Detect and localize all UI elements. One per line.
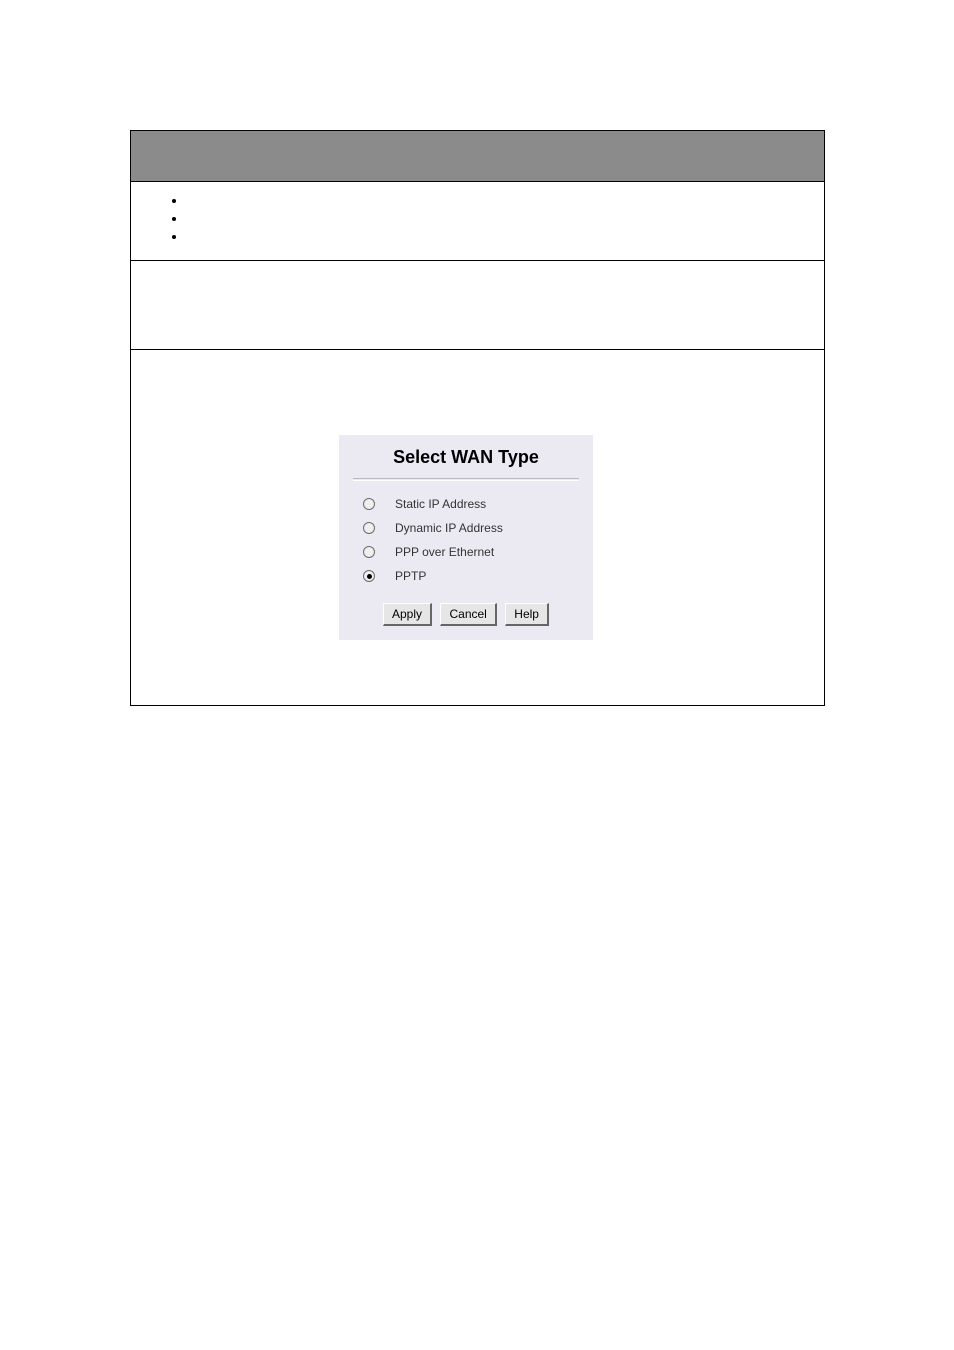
option-static-ip[interactable]: Static IP Address (363, 497, 583, 511)
wan-type-options: Static IP Address Dynamic IP Address PPP… (339, 481, 593, 595)
blank-row (131, 261, 824, 350)
option-label: PPP over Ethernet (395, 545, 494, 559)
dialog-title: Select WAN Type (393, 447, 539, 467)
outer-table: Select WAN Type Static IP Address Dynami… (130, 130, 825, 706)
dialog-title-wrap: Select WAN Type (339, 435, 593, 478)
option-label: Static IP Address (395, 497, 486, 511)
list-item (186, 192, 824, 210)
radio-dynamic-ip[interactable] (363, 522, 375, 534)
dialog-buttons: Apply Cancel Help (339, 595, 593, 640)
list-item (186, 210, 824, 228)
apply-button[interactable]: Apply (383, 603, 432, 626)
option-label: PPTP (395, 569, 426, 583)
list-item (186, 228, 824, 246)
radio-pptp[interactable] (363, 570, 375, 582)
option-pppoe[interactable]: PPP over Ethernet (363, 545, 583, 559)
help-button[interactable]: Help (505, 603, 549, 626)
radio-pppoe[interactable] (363, 546, 375, 558)
radio-static-ip[interactable] (363, 498, 375, 510)
option-pptp[interactable]: PPTP (363, 569, 583, 583)
table-header-bar (131, 131, 824, 182)
option-label: Dynamic IP Address (395, 521, 503, 535)
page: Select WAN Type Static IP Address Dynami… (0, 0, 954, 1350)
cancel-button[interactable]: Cancel (440, 603, 496, 626)
option-dynamic-ip[interactable]: Dynamic IP Address (363, 521, 583, 535)
content-row: Select WAN Type Static IP Address Dynami… (131, 350, 824, 705)
select-wan-type-dialog: Select WAN Type Static IP Address Dynami… (339, 435, 593, 640)
bullet-row (131, 182, 824, 261)
bullet-list (131, 192, 824, 246)
